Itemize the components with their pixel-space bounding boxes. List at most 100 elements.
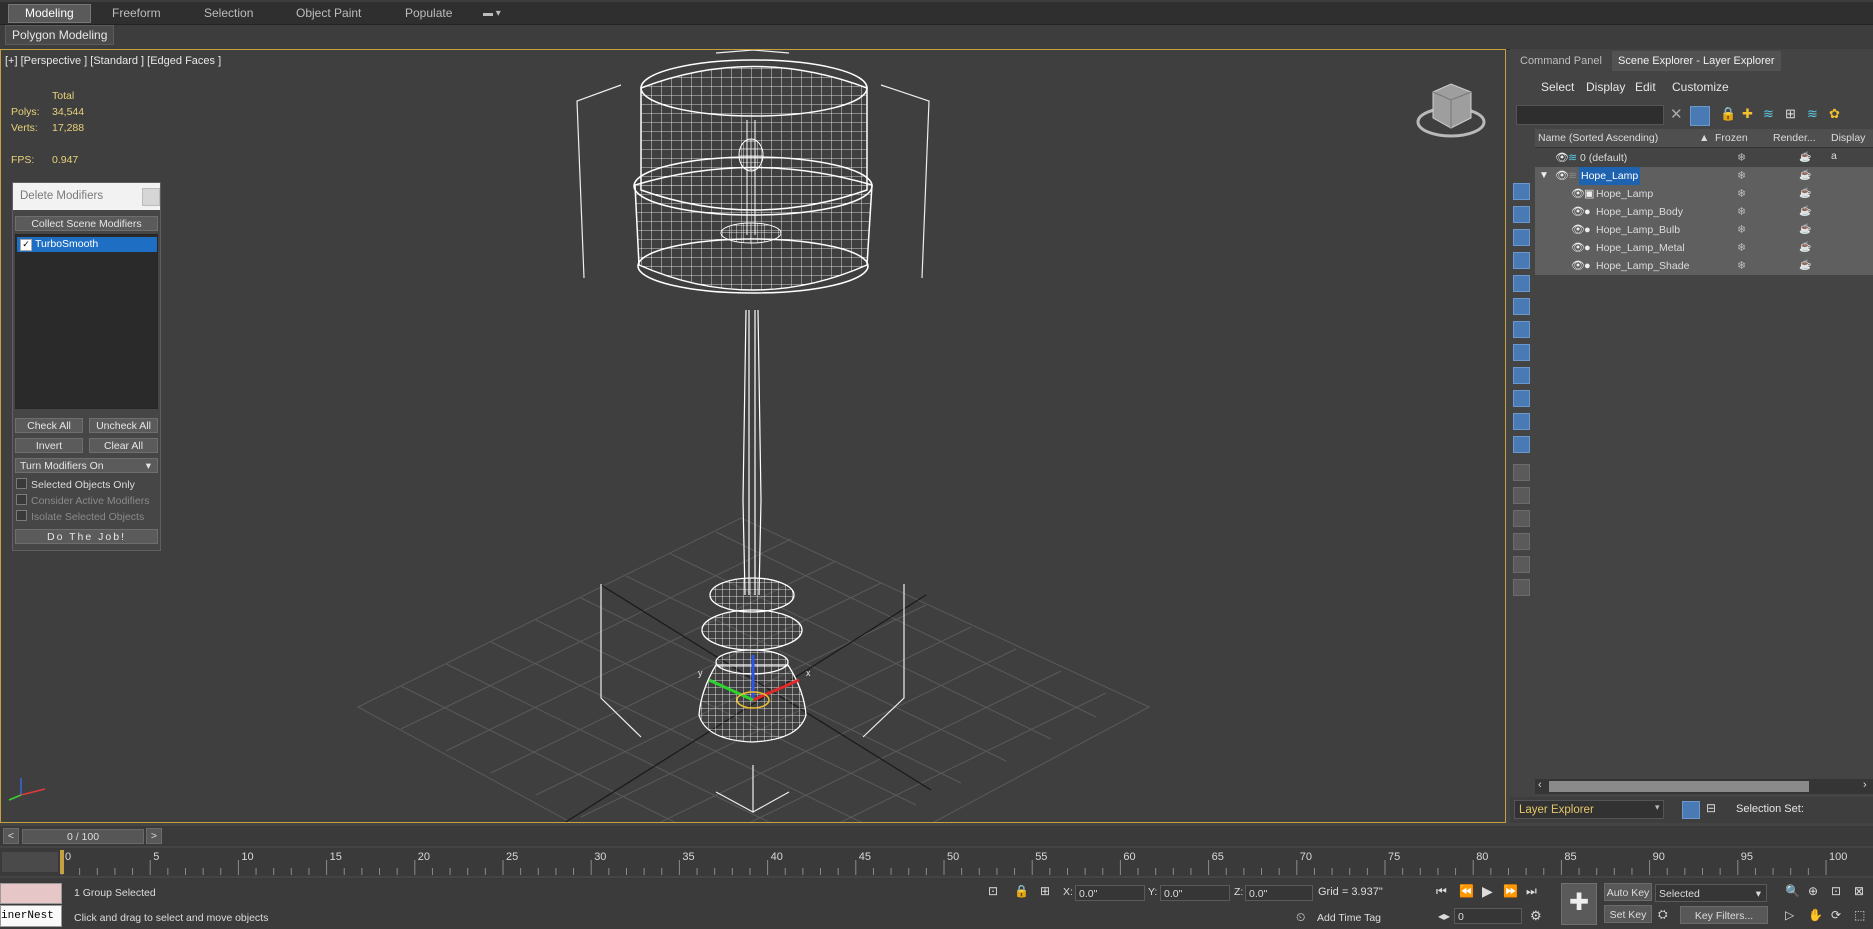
explorer-type-dropdown[interactable]: Layer Explorer	[1514, 800, 1664, 819]
layer-settings-icon[interactable]: ✿	[1829, 106, 1840, 122]
visibility-eye-icon[interactable]: 👁	[1571, 239, 1585, 257]
visibility-eye-icon[interactable]: 👁	[1571, 221, 1585, 239]
check-all-button[interactable]: Check All	[15, 418, 83, 433]
lock-icon[interactable]: 🔒	[1720, 106, 1736, 122]
tab-command-panel[interactable]: Command Panel	[1520, 51, 1602, 71]
consider-active-modifiers-checkbox[interactable]: Consider Active Modifiers	[16, 494, 149, 508]
funnel-icon[interactable]	[1513, 556, 1530, 573]
dialog-title[interactable]: Delete Modifiers	[13, 183, 160, 210]
list-item[interactable]: ✓ TurboSmooth	[17, 237, 157, 252]
do-the-job-button[interactable]: Do The Job!	[15, 529, 158, 544]
renderable-teapot-icon[interactable]: ☕	[1799, 257, 1811, 275]
display-lights-icon[interactable]	[1513, 229, 1530, 246]
renderable-teapot-icon[interactable]: ☕	[1799, 149, 1811, 167]
scroll-right-icon[interactable]: ›	[1863, 779, 1867, 791]
time-configuration-icon[interactable]: ⚙	[1530, 908, 1542, 924]
renderable-teapot-icon[interactable]: ☕	[1799, 167, 1811, 185]
maximize-viewport-icon[interactable]: ⬚	[1854, 908, 1865, 922]
scene-search-input[interactable]	[1516, 105, 1664, 125]
tree-row[interactable]: 👁 ● Hope_Lamp_Shade ❄ ☕	[1535, 257, 1873, 275]
scrollbar-thumb[interactable]	[1549, 781, 1809, 792]
visibility-eye-icon[interactable]: 👁	[1571, 257, 1585, 275]
display-spacewarps-icon[interactable]	[1513, 298, 1530, 315]
zoom-extents-icon[interactable]: ⊡	[1831, 884, 1841, 898]
tab-selection[interactable]: Selection	[204, 5, 253, 22]
isolate-selection-icon[interactable]: ⊡	[988, 884, 998, 898]
menu-select[interactable]: Select	[1541, 80, 1574, 94]
visibility-eye-icon[interactable]: 👁	[1571, 203, 1585, 221]
tab-object-paint[interactable]: Object Paint	[296, 5, 361, 22]
selected-objects-only-checkbox[interactable]: Selected Objects Only	[16, 478, 135, 492]
tab-freeform[interactable]: Freeform	[112, 5, 161, 22]
mode-dropdown[interactable]: Turn Modifiers On ▾	[15, 458, 158, 473]
layers-icon[interactable]: ≋	[1763, 106, 1774, 122]
display-helpers-icon[interactable]	[1513, 275, 1530, 292]
polygon-modeling-panel-label[interactable]: Polygon Modeling	[5, 25, 115, 45]
set-key-button[interactable]: Set Key	[1604, 905, 1652, 923]
isolate-selected-objects-checkbox[interactable]: Isolate Selected Objects	[16, 510, 144, 524]
viewport-label-menu[interactable]: [+] [Perspective ] [Standard ] [Edged Fa…	[5, 55, 221, 67]
field-of-view-icon[interactable]: ▷	[1785, 908, 1794, 922]
menu-display[interactable]: Display	[1586, 80, 1625, 94]
maxscript-listener-input[interactable]	[0, 883, 62, 904]
key-mode-toggle-icon[interactable]: ◂▸	[1438, 909, 1450, 923]
renderable-teapot-icon[interactable]: ☕	[1799, 185, 1811, 203]
display-none-icon[interactable]	[1513, 487, 1530, 504]
display-containers-icon[interactable]	[1513, 390, 1530, 407]
display-shapes-icon[interactable]	[1513, 206, 1530, 223]
zoom-icon[interactable]: 🔍	[1785, 884, 1800, 898]
tree-row[interactable]: ▼ 👁 ≋ Hope_Lamp ❄ ☕	[1535, 167, 1873, 185]
frozen-snowflake-icon[interactable]: ❄	[1737, 221, 1746, 239]
modifier-list[interactable]: ✓ TurboSmooth	[15, 234, 158, 409]
go-to-end-icon[interactable]: ⏭	[1526, 884, 1537, 899]
tree-row[interactable]: 👁 ● Hope_Lamp_Body ❄ ☕	[1535, 203, 1873, 221]
selection-lock-icon[interactable]: 🔒	[1014, 884, 1029, 898]
filter-icon[interactable]	[1690, 106, 1710, 126]
display-particles-icon[interactable]	[1513, 413, 1530, 430]
invert-button[interactable]: Invert	[15, 438, 83, 453]
maxscript-output[interactable]: inerNest	[0, 905, 62, 927]
frozen-snowflake-icon[interactable]: ❄	[1737, 203, 1746, 221]
menu-customize[interactable]: Customize	[1672, 80, 1729, 94]
key-filters-button[interactable]: Key Filters...	[1680, 906, 1768, 924]
tree-row[interactable]: 👁 ≋ 0 (default) ❄ ☕	[1535, 149, 1873, 167]
zoom-extents-all-icon[interactable]: ⊠	[1854, 884, 1864, 898]
tree-row[interactable]: 👁 ● Hope_Lamp_Metal ❄ ☕	[1535, 239, 1873, 257]
hierarchy-icon[interactable]: ⊞	[1785, 106, 1796, 122]
y-coordinate-field[interactable]: 0.0"	[1160, 885, 1230, 901]
time-slider[interactable]: 0 / 100	[22, 829, 144, 844]
play-icon[interactable]: ▶	[1482, 883, 1493, 900]
layer-stack-icon[interactable]: ≋	[1807, 106, 1818, 122]
tab-modeling[interactable]: Modeling	[8, 4, 91, 23]
frozen-snowflake-icon[interactable]: ❄	[1737, 257, 1746, 275]
checkbox-checked-icon[interactable]: ✓	[20, 239, 32, 251]
track-bar[interactable]: 0 5 10 15 20 25 30 35 40 45 50 55 60 65 70 75 80 85 90 95 10…	[0, 848, 1873, 876]
display-all-icon[interactable]	[1513, 464, 1530, 481]
x-coordinate-field[interactable]: 0.0"	[1075, 885, 1145, 901]
renderable-teapot-icon[interactable]: ☕	[1799, 239, 1811, 257]
visibility-eye-icon[interactable]: 👁	[1571, 185, 1585, 203]
layer-mode-icon[interactable]	[1682, 801, 1700, 819]
zoom-all-icon[interactable]: ⊕	[1808, 884, 1818, 898]
tab-scene-explorer[interactable]: Scene Explorer - Layer Explorer	[1612, 51, 1781, 71]
clear-search-icon[interactable]: ✕	[1670, 105, 1683, 123]
next-key-icon[interactable]: ⏩	[1503, 884, 1518, 898]
z-coordinate-field[interactable]: 0.0"	[1245, 885, 1313, 901]
layer-explorer-tree[interactable]: Name (Sorted Ascending) ▲ Frozen Render.…	[1535, 129, 1873, 826]
filter-settings-icon[interactable]	[1513, 533, 1530, 550]
add-layer-icon[interactable]: ✚	[1742, 106, 1753, 122]
auto-key-button[interactable]: Auto Key	[1604, 883, 1652, 901]
display-geometry-icon[interactable]	[1513, 183, 1530, 200]
next-frame-icon[interactable]: >	[146, 828, 162, 844]
tab-populate[interactable]: Populate	[405, 5, 452, 22]
tree-row[interactable]: 👁 ● Hope_Lamp_Bulb ❄ ☕	[1535, 221, 1873, 239]
key-filters-icon[interactable]: ⛭	[1658, 907, 1668, 922]
set-key-big-icon[interactable]: ✚	[1561, 883, 1597, 925]
current-frame-marker[interactable]	[60, 850, 64, 874]
menu-edit[interactable]: Edit	[1635, 80, 1656, 94]
display-xrefs-icon[interactable]	[1513, 344, 1530, 361]
absolute-mode-icon[interactable]: ⊞	[1040, 884, 1050, 898]
horizontal-scrollbar[interactable]: ‹ ›	[1535, 779, 1873, 794]
display-cameras-icon[interactable]	[1513, 252, 1530, 269]
viewcube-icon[interactable]	[1416, 83, 1486, 138]
